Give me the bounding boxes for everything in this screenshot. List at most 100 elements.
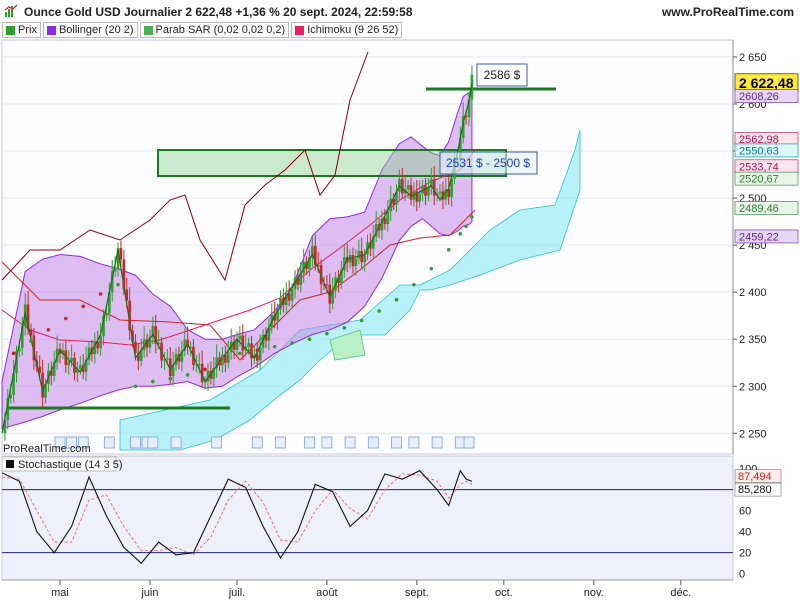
candle-body [96,341,100,349]
candle-body [418,193,422,202]
candle-body [166,358,169,360]
sar-dot [470,215,474,219]
sar-dot [359,318,364,323]
sar-dot [81,304,86,309]
sar-dot [458,232,463,236]
event-note-icon [147,436,159,449]
candle-body [383,218,387,225]
x-tick-label: déc. [670,587,691,599]
y-tick-label: 2 650 [739,52,767,64]
event-note-icon [130,436,141,449]
candle-body [197,363,201,365]
candle-body [119,248,123,260]
price-tag-label: 2489,46 [739,203,779,215]
candle-body [255,354,259,361]
svg-text:2586 $: 2586 $ [484,68,521,82]
y-tick-label: 2 300 [739,381,767,393]
sar-dot [46,328,51,332]
sar-dot [151,379,155,384]
sar-dot [255,348,260,353]
sar-dot [325,331,329,336]
label-2531-2500: 2531 $ - 2500 $ [439,151,538,175]
sar-dot [238,351,242,356]
event-note-icon [275,436,286,449]
event-note-icon [304,436,315,449]
stoch-value-label: 85,280 [738,484,772,496]
candle-body [360,251,363,263]
candle-body [325,284,329,286]
candle-body [99,336,102,349]
candle-body [238,335,242,340]
sar-dot [342,326,347,330]
x-tick-label: mai [51,587,69,599]
sar-dot [116,282,120,287]
sar-dot [394,297,399,302]
price-tag-label: 2 622,48 [739,75,794,91]
candle-body [409,185,413,200]
x-tick-label: août [316,587,337,599]
event-note-icon [391,436,402,449]
event-note-icon [170,436,182,449]
event-note-icon [408,436,420,449]
candle-body [247,343,250,347]
svg-text:2531 $ - 2500 $: 2531 $ - 2500 $ [446,156,530,170]
sar-dot [220,356,225,360]
watermark: ProRealTime.com [3,443,91,455]
price-tag-label: 2608,26 [739,91,779,103]
sar-dot [307,337,312,342]
stochastic-legend: Stochastique (14 3 5) [1,456,123,472]
price-tag-label: 2459,22 [739,231,779,243]
price-tag-label: 2533,74 [739,161,779,173]
sar-dot [203,367,207,372]
stoch-tick-label: 0 [739,569,745,581]
stochastic-panel [1,455,734,581]
sar-dot [29,339,33,343]
candle-body [401,179,404,194]
y-tick-label: 2 400 [739,287,767,299]
candle-body [438,191,442,194]
event-note-icon [431,436,443,449]
stoch-tick-label: 20 [739,548,751,560]
sar-dot [464,224,468,229]
candle-body [427,187,430,196]
event-note-icon [251,436,263,449]
y-tick-label: 2 350 [739,334,767,346]
chart-canvas[interactable]: 2586 $ 2531 $ - 2500 $ 2 250 2 300 2 350 2 … [0,0,800,600]
sar-dot [272,344,277,349]
candle-body [241,335,245,351]
label-2586: 2586 $ [476,63,528,87]
stoch-tick-label: 40 [739,527,751,539]
x-tick-label: oct. [495,587,513,599]
event-note-icon [463,436,475,449]
sar-dot [429,266,434,271]
x-tick-label: sept. [405,587,429,599]
event-note-icon [344,436,356,449]
sar-dot [11,351,16,356]
candle-body [363,254,366,263]
stoch-value-label: 87,494 [738,471,772,483]
event-note-icon [211,436,223,449]
event-note-icon [321,436,333,449]
candle-body [351,255,355,267]
candle-body [386,211,390,225]
candle-body [79,365,82,370]
candle-body [357,251,361,259]
stochastic-axis[interactable]: 020406010087,49485,280 [734,464,782,581]
candle-body [67,361,71,366]
candle-body [354,258,358,267]
candle-body [70,357,73,362]
candle-body [258,347,262,361]
sar-dot [64,316,68,321]
sar-dot [185,373,190,377]
sar-dot [446,248,451,252]
x-tick-label: juil. [228,587,246,599]
time-axis[interactable]: mai juin juil. août sept. oct. nov. déc. [51,580,691,599]
candle-body [424,185,427,196]
x-tick-label: juin [140,587,158,599]
svg-text:Stochastique (14 3 5): Stochastique (14 3 5) [18,459,123,471]
price-tag-label: 2550,63 [739,145,779,157]
price-tag-label: 2520,67 [739,174,779,186]
event-note-icon [367,436,379,449]
sar-dot [290,341,294,345]
event-note-icon [103,436,115,449]
